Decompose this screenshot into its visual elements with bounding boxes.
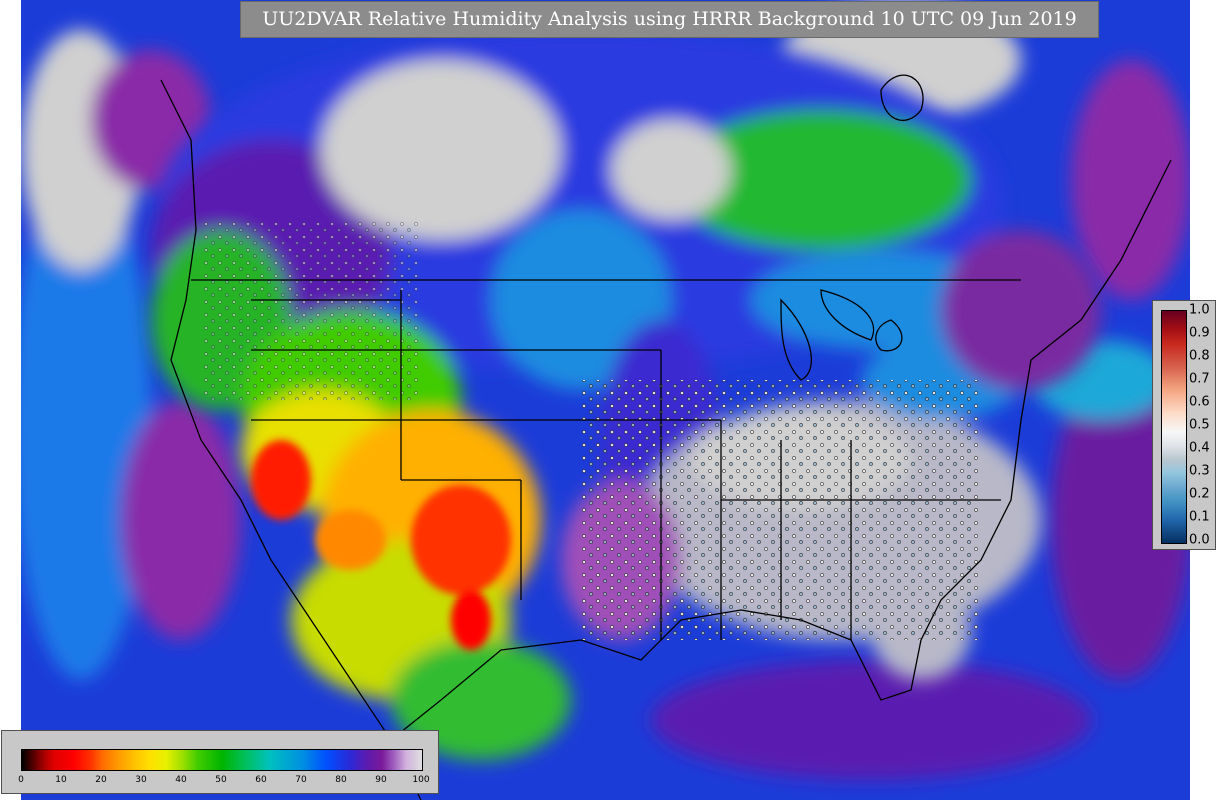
observation-tick-label: 0.1 xyxy=(1189,509,1210,525)
observation-tick-label: 0.7 xyxy=(1189,371,1210,387)
observation-colorbar: 1.0 0.9 0.8 0.7 0.6 0.5 0.4 0.3 0.2 0.1 … xyxy=(1152,300,1216,550)
humidity-tick-label: 10 xyxy=(55,775,67,785)
observation-tick-label: 0.3 xyxy=(1189,463,1210,479)
map-title: UU2DVAR Relative Humidity Analysis using… xyxy=(240,1,1099,38)
observation-color-ramp xyxy=(1161,310,1187,544)
observation-tick-label: 0.8 xyxy=(1189,348,1210,364)
map-canvas xyxy=(21,0,1190,800)
humidity-colorbar: 0 10 20 30 40 50 60 70 80 90 100 xyxy=(1,730,439,794)
observation-tick-label: 0.4 xyxy=(1189,440,1210,456)
observation-tick-label: 0.2 xyxy=(1189,486,1210,502)
humidity-tick-label: 100 xyxy=(412,775,430,785)
humidity-tick-label: 50 xyxy=(215,775,227,785)
observation-tick-label: 0.5 xyxy=(1189,417,1210,433)
observation-tick-label: 0.9 xyxy=(1189,325,1210,341)
observation-tick-label: 0.6 xyxy=(1189,394,1210,410)
humidity-tick-label: 90 xyxy=(375,775,387,785)
humidity-tick-label: 60 xyxy=(255,775,267,785)
observation-stations-west xyxy=(201,220,421,400)
observation-tick-label: 1.0 xyxy=(1189,302,1210,318)
humidity-tick-label: 40 xyxy=(175,775,187,785)
humidity-tick-label: 0 xyxy=(18,775,24,785)
observation-tick-label: 0.0 xyxy=(1189,532,1210,548)
humidity-tick-label: 80 xyxy=(335,775,347,785)
humidity-tick-label: 20 xyxy=(95,775,107,785)
humidity-tick-label: 30 xyxy=(135,775,147,785)
relative-humidity-map xyxy=(21,0,1190,800)
humidity-color-ramp xyxy=(21,749,423,771)
humidity-tick-label: 70 xyxy=(295,775,307,785)
